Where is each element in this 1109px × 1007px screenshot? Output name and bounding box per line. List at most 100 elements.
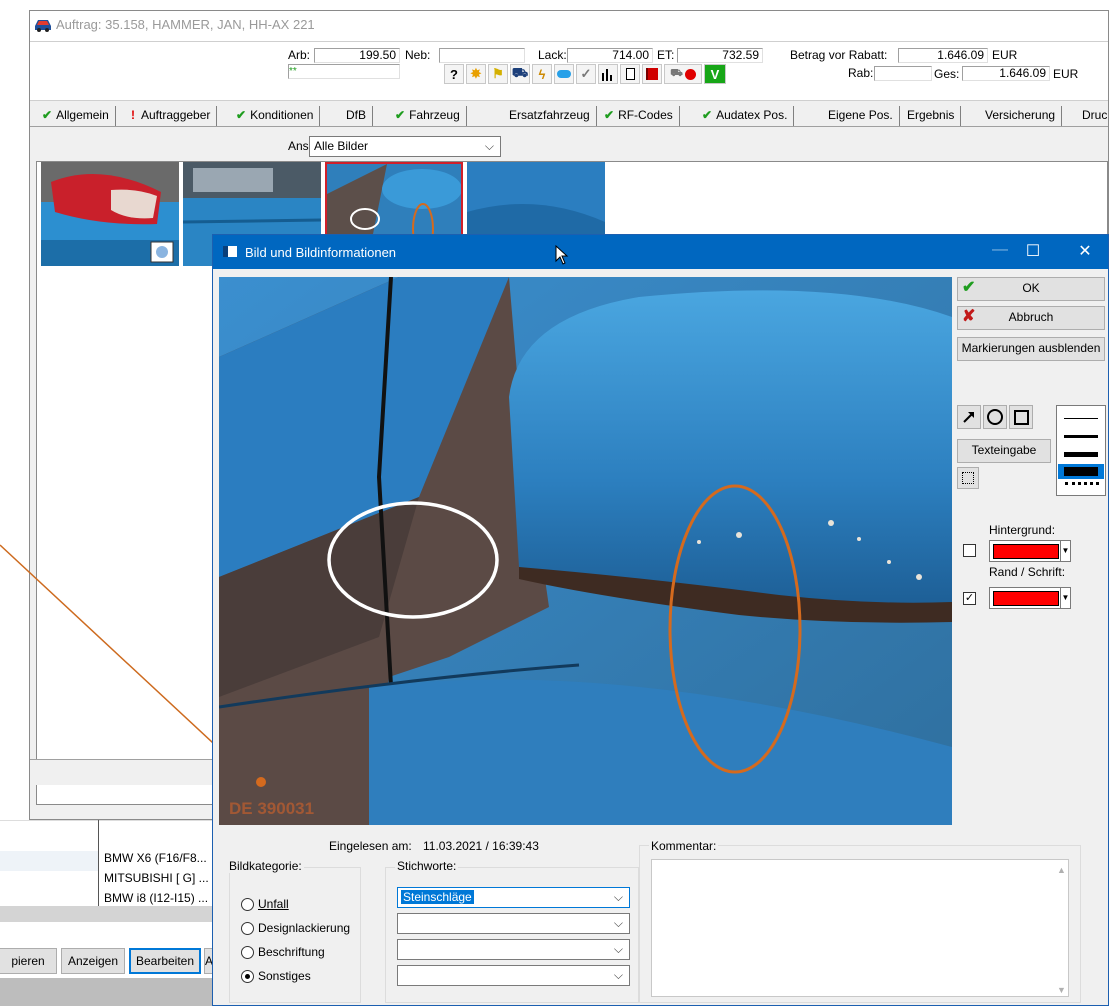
cancel-button[interactable]: ✘ Abbruch [957,306,1105,330]
radio-label: Beschriftung [258,945,325,959]
dotted-rect-glyph [962,472,974,484]
tab-versicherung[interactable]: Versicherung [965,106,1063,126]
radio-beschriftung[interactable]: Beschriftung [241,945,325,959]
image-info-panel: Eingelesen am: 11.03.2021 / 16:39:43 Bil… [213,831,1108,1007]
list-item[interactable]: BMW i8 (I12-I15) ... [104,891,208,905]
tab-rf-codes[interactable]: ✔ RF-Codes [598,106,680,126]
radio-dot-selected [241,969,254,983]
rectangle-tool-icon[interactable] [1009,405,1033,429]
stichwort-combo-2[interactable]: ⌵ [397,913,630,934]
mini-field: ** [288,64,400,79]
list-item[interactable]: MITSUBISHI [ G] ... [104,871,209,885]
copy-button[interactable]: pieren [0,948,57,974]
red-block-icon[interactable] [642,64,662,84]
bar-chart-icon[interactable] [598,64,618,84]
car-dot-icon[interactable]: ⛟ [664,64,702,84]
border-text-checkbox[interactable]: ✓ [963,592,976,605]
close-icon[interactable]: ✕ [1070,241,1100,261]
dialog-title-bar: Bild und Bildinformationen — ☐ ✕ [213,235,1108,269]
anzeigen-button[interactable]: Anzeigen [61,948,125,974]
scroll-up-icon[interactable]: ▲ [1057,865,1066,875]
maximize-icon[interactable]: ☐ [1018,241,1048,261]
chevron-down-icon: ⌵ [613,890,623,904]
line-width-medium[interactable] [1064,435,1098,438]
v-icon[interactable]: V [704,64,726,84]
chevron-down-icon: ⌵ [484,139,494,153]
background-checkbox[interactable] [963,544,976,557]
radio-dot [241,945,254,959]
tab-eigene-pos[interactable]: Eigene Pos. [802,106,900,126]
line-width-selected[interactable] [1058,464,1104,479]
rab-label: Rab: [848,66,874,80]
help-icon[interactable]: ? [444,64,464,84]
combo-value: Steinschläge [401,890,474,904]
selection-tool-icon[interactable] [957,467,979,489]
line-style-dotted[interactable] [1065,482,1099,485]
ok-button[interactable]: ✔ OK [957,277,1105,301]
ges-label: Ges: [934,67,960,81]
lightning-icon[interactable]: ϟ [532,64,552,84]
tab-label: Ergebnis [907,108,955,122]
chevron-down-icon: ⌵ [613,942,623,956]
tab-audatex-pos[interactable]: ✔ Audatex Pos. [696,106,795,126]
arrow-tool-icon[interactable] [957,405,981,429]
eingelesen-label: Eingelesen am: [329,839,412,853]
stichwort-combo-3[interactable]: ⌵ [397,939,630,960]
bar-chart-glyph [602,69,612,81]
kommentar-textarea[interactable] [651,859,1069,997]
minimize-icon[interactable]: — [985,241,1015,259]
ansicht-dropdown[interactable]: Alle Bilder ⌵ [309,136,501,157]
tab-fahrzeug[interactable]: ✔ Fahrzeug [389,106,467,126]
status-bar [0,978,212,1006]
bearbeiten-button[interactable]: Bearbeiten [129,948,201,974]
document-icon[interactable] [620,64,640,84]
stichworte-label: Stichworte: [395,859,459,873]
eingelesen-value: 11.03.2021 / 16:39:43 [423,839,539,853]
sun-icon[interactable]: ✸ [466,64,486,84]
radio-dot [241,921,254,935]
et-field: 732.59 [677,48,763,63]
et-label: ET: [657,48,675,62]
radio-sonstiges[interactable]: Sonstiges [241,969,311,983]
cloud-icon[interactable] [554,64,574,84]
rab-field [874,66,932,81]
picture-icon [223,246,237,257]
tab-dfb[interactable]: DfB [332,106,374,126]
list-scrollbar[interactable] [0,906,212,922]
tab-ergebnis[interactable]: Ergebnis [901,106,962,126]
arb-field: 199.50 [314,48,400,63]
betrag-label: Betrag vor Rabatt: [790,48,888,62]
neb-field [439,48,525,63]
car-icon[interactable]: ⛟ [510,64,530,84]
line-width-thick[interactable] [1064,452,1098,457]
cross-icon: ✘ [962,308,976,325]
background-label: Hintergrund: [989,523,1056,537]
text-input-button[interactable]: Texteingabe [957,439,1051,463]
arb-label: Arb: [288,48,311,62]
radio-unfall[interactable]: Unfall [241,897,289,911]
stichwort-combo-4[interactable]: ⌵ [397,965,630,986]
toggle-markings-button[interactable]: Markierungen ausblenden [957,337,1105,361]
line-width-list[interactable] [1056,405,1106,496]
background-color-picker[interactable]: ▼ [989,540,1071,562]
check-icon[interactable]: ✓ [576,64,596,84]
tab-druck[interactable]: Druc [1076,106,1109,126]
checkmark-icon: ✔ [962,279,976,296]
flag-icon[interactable]: ⚑ [488,64,508,84]
photo-stamp: DE 390031 [229,799,315,818]
line-width-thin[interactable] [1064,418,1098,419]
radio-designlackierung[interactable]: Designlackierung [241,921,350,935]
border-text-color-picker[interactable]: ▼ [989,587,1071,609]
neb-label: Neb: [405,48,431,62]
damage-photo-image [219,277,952,825]
scroll-down-icon[interactable]: ▼ [1057,985,1066,995]
list-item[interactable]: BMW X6 (F16/F8... [104,851,207,865]
tab-label: Druc [1082,108,1108,122]
ellipse-tool-icon[interactable] [983,405,1007,429]
ellipse-glyph [987,409,1003,425]
border-text-label: Rand / Schrift: [989,565,1066,579]
tab-ersatzfahrzeug[interactable]: Ersatzfahrzeug [485,106,597,126]
tab-status-ok-icon: ✔ [395,108,406,122]
damage-photo[interactable]: DE 390031 [219,277,952,825]
stichwort-combo-1[interactable]: Steinschläge ⌵ [397,887,630,908]
